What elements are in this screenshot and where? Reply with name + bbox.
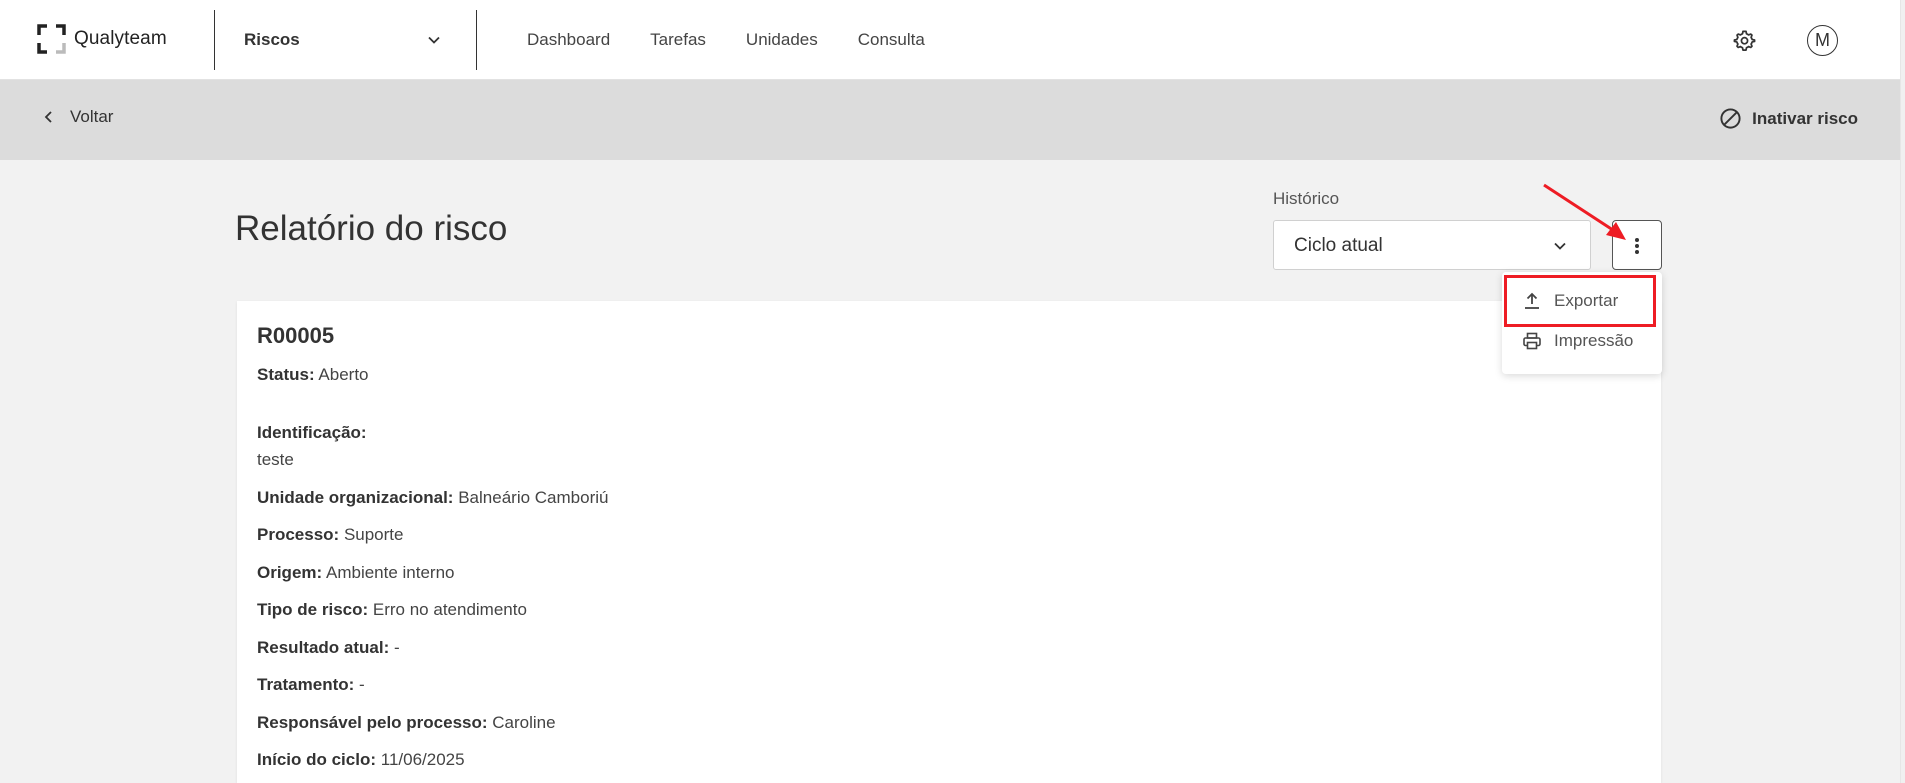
field-value: Erro no atendimento	[372, 600, 527, 619]
risk-code: R00005	[257, 323, 335, 348]
menu-item-label: Exportar	[1554, 291, 1619, 310]
brand-logo[interactable]: Qualyteam	[37, 24, 167, 54]
more-options-button[interactable]	[1612, 220, 1662, 270]
inactivate-risk-button[interactable]: Inativar risco	[1719, 107, 1858, 130]
field-value: Balneário Camboriú	[458, 488, 609, 507]
report-field: Tratamento: -	[257, 675, 365, 695]
report-field: Resultado atual: -	[257, 638, 400, 658]
divider	[214, 10, 215, 70]
field-value: Suporte	[343, 525, 404, 544]
chevron-down-icon[interactable]	[426, 32, 442, 48]
field-value: -	[359, 675, 365, 694]
printer-icon	[1523, 332, 1541, 350]
field-value: Aberto	[318, 365, 369, 384]
report-field: Origem: Ambiente interno	[257, 563, 455, 583]
chevron-left-icon	[44, 111, 52, 123]
menu-item-export[interactable]: Exportar	[1522, 291, 1618, 311]
top-navbar: Qualyteam Riscos Dashboard Tarefas Unida…	[0, 0, 1900, 80]
field-label: Tipo de risco:	[257, 600, 369, 619]
module-selector-label[interactable]: Riscos	[244, 30, 300, 50]
page-title: Relatório do risco	[235, 209, 508, 248]
report-field: Processo: Suporte	[257, 525, 403, 545]
identification-value: teste	[257, 450, 294, 469]
history-label: Histórico	[1273, 189, 1340, 208]
nav-item-consulta[interactable]: Consulta	[858, 30, 925, 50]
field-label: Responsável pelo processo:	[257, 713, 488, 732]
status-field: Status: Aberto	[257, 365, 369, 385]
upload-icon	[1525, 292, 1539, 309]
field-label: Resultado atual:	[257, 638, 390, 657]
field-value: -	[393, 638, 400, 657]
menu-item-print[interactable]: Impressão	[1522, 331, 1633, 351]
chevron-down-icon	[1554, 242, 1566, 250]
nav-item-tarefas[interactable]: Tarefas	[650, 30, 706, 50]
menu-item-label: Impressão	[1554, 331, 1634, 350]
back-button[interactable]: Voltar	[42, 107, 113, 127]
nav-item-dashboard[interactable]: Dashboard	[527, 30, 610, 50]
field-label: Processo:	[257, 525, 340, 544]
brand-name: Qualyteam	[74, 28, 167, 49]
qualyteam-logo-icon	[37, 24, 66, 54]
block-icon	[1720, 108, 1741, 129]
field-label: Identificação:	[257, 423, 367, 442]
back-label: Voltar	[70, 107, 114, 126]
more-options-menu: Exportar Impressão	[1502, 272, 1662, 374]
report-field: Tipo de risco: Erro no atendimento	[257, 600, 527, 620]
page-scrollbar[interactable]	[1900, 0, 1905, 783]
field-label: Início do ciclo:	[257, 750, 377, 769]
avatar[interactable]: M	[1807, 25, 1838, 56]
report-field: Início do ciclo: 11/06/2025	[257, 750, 465, 770]
risk-report-card: R00005 Status: Aberto Identificação: tes…	[237, 301, 1661, 783]
history-selected-value: Ciclo atual	[1294, 235, 1383, 256]
field-value: 11/06/2025	[380, 750, 465, 769]
report-field: Responsável pelo processo: Caroline	[257, 713, 556, 733]
report-field: Unidade organizacional: Balneário Cambor…	[257, 488, 608, 508]
gear-icon[interactable]	[1733, 29, 1756, 52]
action-bar: Voltar Inativar risco	[0, 80, 1900, 160]
inactivate-risk-label: Inativar risco	[1752, 108, 1858, 128]
field-label: Unidade organizacional:	[257, 488, 454, 507]
history-select[interactable]: Ciclo atual	[1273, 220, 1591, 270]
field-value: Caroline	[492, 713, 556, 732]
field-label: Origem:	[257, 563, 323, 582]
identification-field: Identificação:	[257, 423, 367, 443]
main-nav: Dashboard Tarefas Unidades Consulta	[527, 30, 965, 50]
field-value: Ambiente interno	[325, 563, 455, 582]
field-label: Tratamento:	[257, 675, 355, 694]
field-label: Status:	[257, 365, 315, 384]
more-vertical-icon	[1635, 238, 1639, 254]
divider	[476, 10, 477, 70]
nav-item-unidades[interactable]: Unidades	[746, 30, 818, 50]
